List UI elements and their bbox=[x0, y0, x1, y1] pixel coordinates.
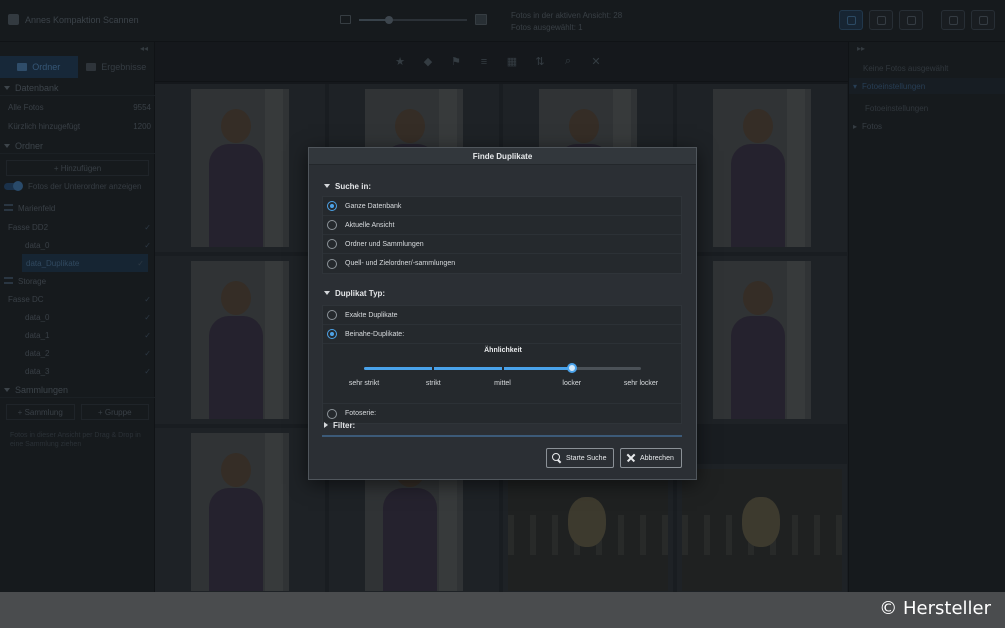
radio-button[interactable] bbox=[327, 408, 337, 419]
close-icon bbox=[626, 453, 636, 463]
similarity-tick bbox=[501, 366, 504, 371]
find-duplicates-dialog: Finde Duplikate Suche in: Ganze Datenban… bbox=[308, 147, 697, 480]
search-in-options: Ganze Datenbank Aktuelle Ansicht Ordner … bbox=[322, 196, 682, 274]
similarity-fill bbox=[364, 367, 572, 370]
filter-header[interactable]: Filter: bbox=[324, 419, 355, 431]
radio-button[interactable] bbox=[327, 329, 337, 339]
search-in-header[interactable]: Suche in: bbox=[324, 180, 371, 192]
option-source-target[interactable]: Quell- und Zielordner/-sammlungen bbox=[323, 254, 681, 273]
similarity-control: Ähnlichkeit sehr strikt strikt mittel locke… bbox=[323, 344, 681, 404]
similarity-knob[interactable] bbox=[566, 363, 577, 373]
duplicate-type-header[interactable]: Duplikat Typ: bbox=[324, 287, 385, 299]
footer-strip: © Hersteller bbox=[0, 592, 1005, 628]
radio-button[interactable] bbox=[327, 310, 337, 320]
option-whole-database[interactable]: Ganze Datenbank bbox=[323, 197, 681, 216]
search-icon bbox=[552, 453, 562, 463]
chevron-down-icon bbox=[324, 291, 330, 295]
similarity-label[interactable]: strikt bbox=[426, 380, 441, 387]
similarity-title: Ähnlichkeit bbox=[484, 347, 522, 354]
cancel-button[interactable]: Abbrechen bbox=[620, 448, 682, 468]
option-current-view[interactable]: Aktuelle Ansicht bbox=[323, 216, 681, 235]
similarity-label[interactable]: sehr locker bbox=[624, 380, 658, 387]
duplicate-type-options: Exakte Duplikate Beinahe-Duplikate: Ähnl… bbox=[322, 305, 682, 424]
radio-button[interactable] bbox=[327, 258, 337, 269]
filter-divider bbox=[322, 435, 682, 437]
similarity-slider[interactable] bbox=[364, 363, 641, 373]
similarity-label[interactable]: mittel bbox=[494, 380, 511, 387]
chevron-down-icon bbox=[324, 184, 330, 188]
start-search-button[interactable]: Starte Suche bbox=[546, 448, 615, 468]
option-photo-series[interactable]: Fotoserie: bbox=[323, 404, 681, 423]
similarity-label[interactable]: locker bbox=[562, 380, 581, 387]
dialog-title: Finde Duplikate bbox=[309, 148, 696, 165]
option-folders-collections[interactable]: Ordner und Sammlungen bbox=[323, 235, 681, 254]
radio-button[interactable] bbox=[327, 220, 337, 230]
similarity-label[interactable]: sehr strikt bbox=[349, 380, 379, 387]
similarity-tick bbox=[432, 366, 435, 371]
radio-button[interactable] bbox=[327, 239, 337, 249]
radio-button[interactable] bbox=[327, 201, 337, 211]
credit-text: © Hersteller bbox=[879, 598, 991, 619]
option-near-duplicates[interactable]: Beinahe-Duplikate: bbox=[323, 325, 681, 344]
option-exact-duplicates[interactable]: Exakte Duplikate bbox=[323, 306, 681, 325]
chevron-right-icon bbox=[324, 422, 328, 428]
